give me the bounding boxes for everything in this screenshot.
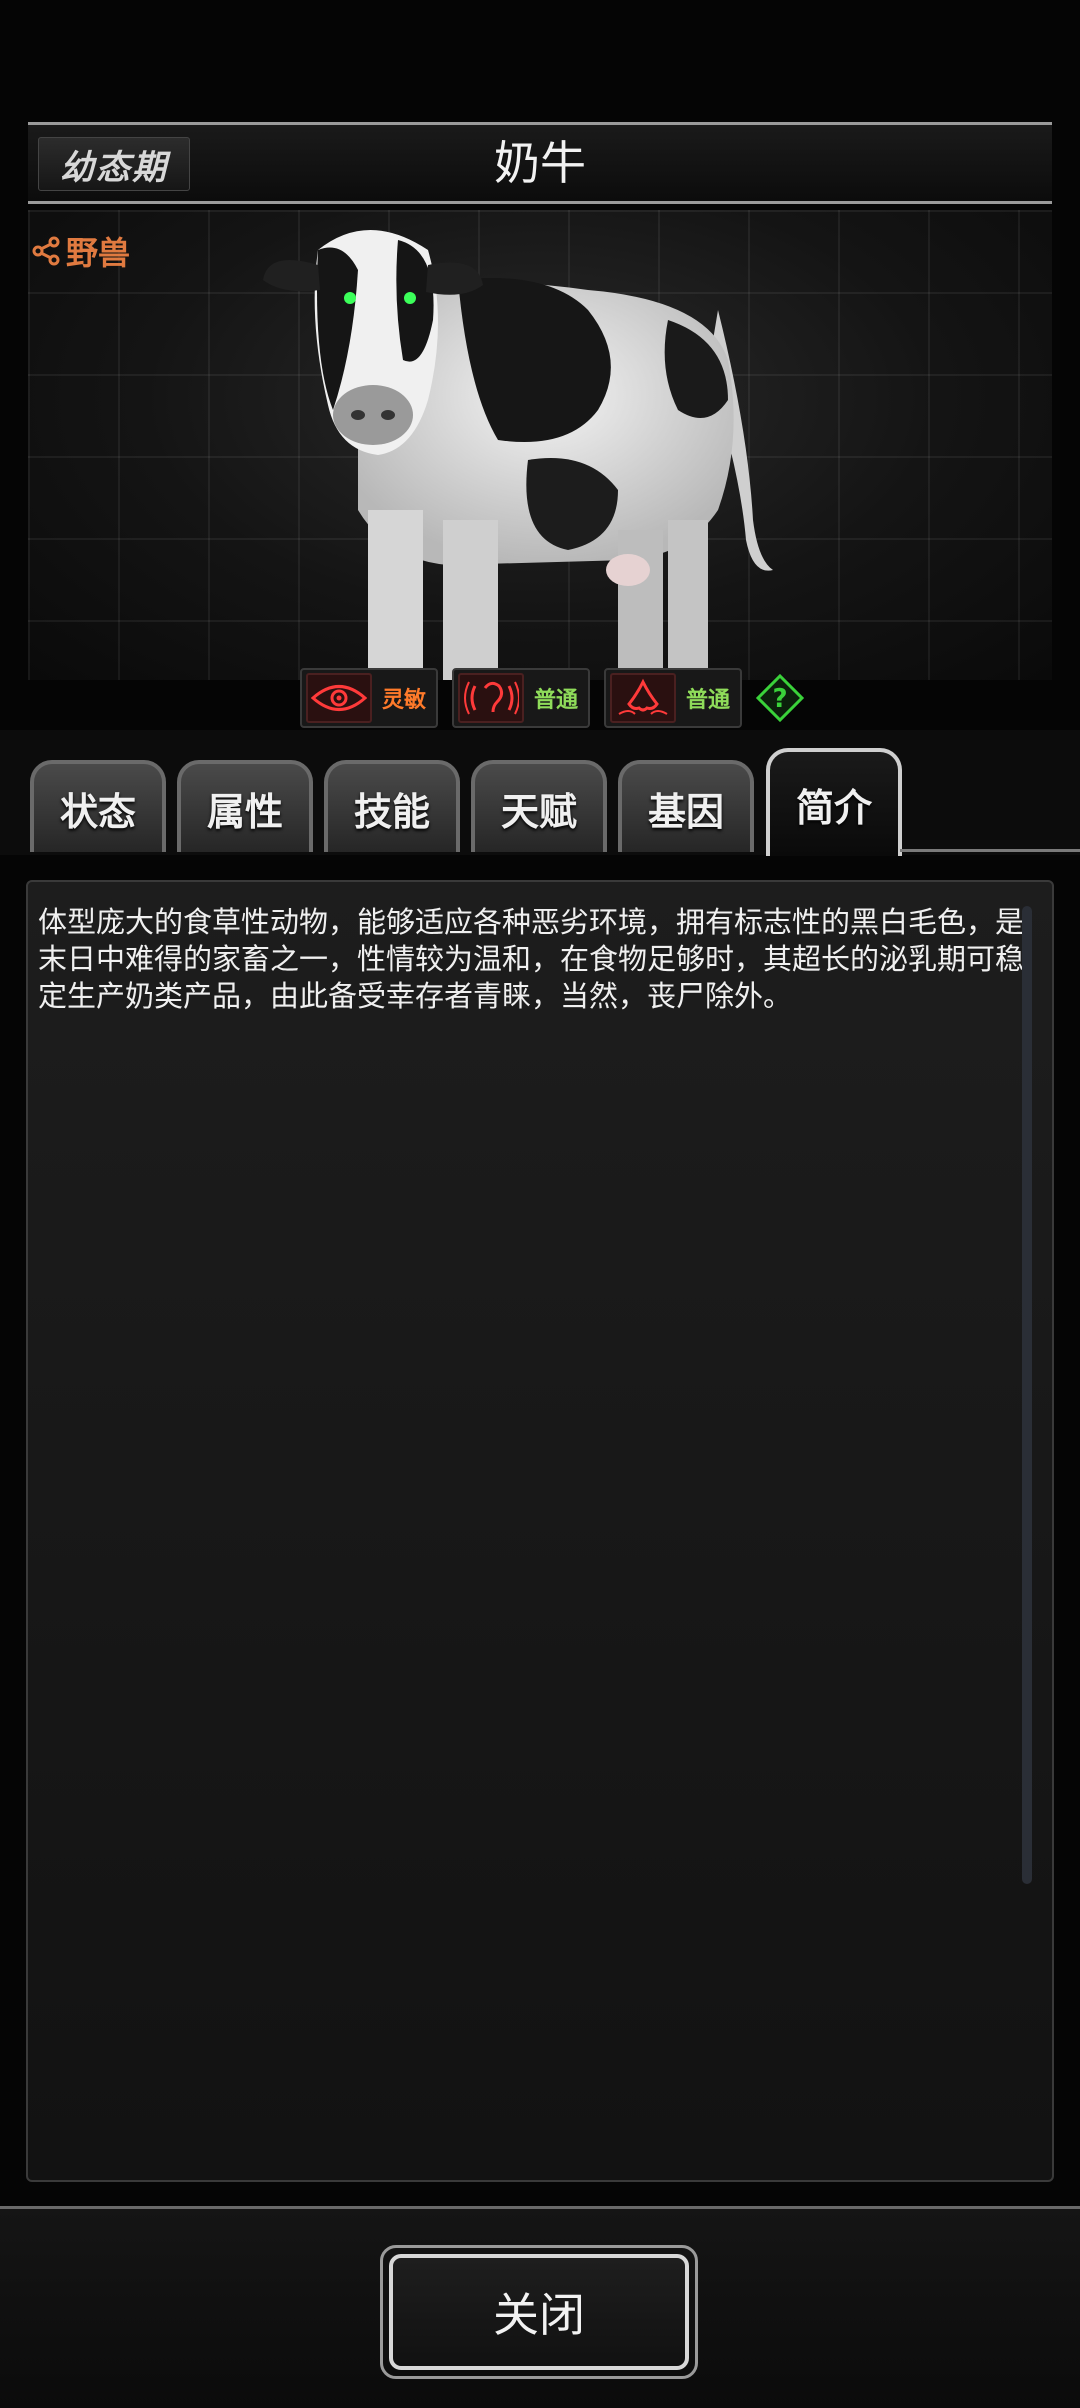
help-glyph: ? <box>773 684 788 714</box>
cow-illustration <box>263 230 773 680</box>
tab-skills[interactable]: 技能 <box>324 760 460 852</box>
smell-level: 普通 <box>686 688 731 713</box>
ear-icon <box>458 673 525 723</box>
hearing-level: 普通 <box>534 688 579 713</box>
sense-hearing[interactable]: 普通 <box>452 668 591 728</box>
senses-bar: 灵敏 普通 普通 ? <box>300 668 805 728</box>
description-panel: 体型庞大的食草性动物，能够适应各种恶劣环境，拥有标志性的黑白毛色，是末日中难得的… <box>26 880 1054 2182</box>
tab-bar: 状态 属性 技能 天赋 基因 简介 <box>0 730 1080 856</box>
help-icon[interactable]: ? <box>756 674 805 722</box>
tab-talents[interactable]: 天赋 <box>471 760 607 852</box>
title-bar: 幼态期 奶牛 <box>28 122 1052 204</box>
share-icon <box>32 236 60 266</box>
close-button[interactable]: 关闭 <box>380 2245 698 2379</box>
creature-portrait <box>28 210 1052 680</box>
sense-smell[interactable]: 普通 <box>604 668 743 728</box>
description-text: 体型庞大的食草性动物，能够适应各种恶劣环境，拥有标志性的黑白毛色，是末日中难得的… <box>38 905 1025 1013</box>
category-label: 野兽 <box>66 234 131 272</box>
tab-genes[interactable]: 基因 <box>618 760 754 852</box>
tab-status[interactable]: 状态 <box>30 760 166 852</box>
creature-name: 奶牛 <box>494 136 586 190</box>
category-tag[interactable]: 野兽 <box>32 228 130 274</box>
tab-divider <box>900 849 1080 852</box>
tab-intro[interactable]: 简介 <box>766 748 902 856</box>
scrollbar[interactable] <box>1022 906 1032 1884</box>
nose-icon <box>610 673 677 723</box>
eye-icon <box>306 673 372 723</box>
tab-attributes[interactable]: 属性 <box>177 760 313 852</box>
sense-sight[interactable]: 灵敏 <box>300 668 439 728</box>
close-button-label: 关闭 <box>389 2254 689 2370</box>
footer: 关闭 <box>0 2206 1080 2408</box>
sight-level: 灵敏 <box>382 688 427 713</box>
